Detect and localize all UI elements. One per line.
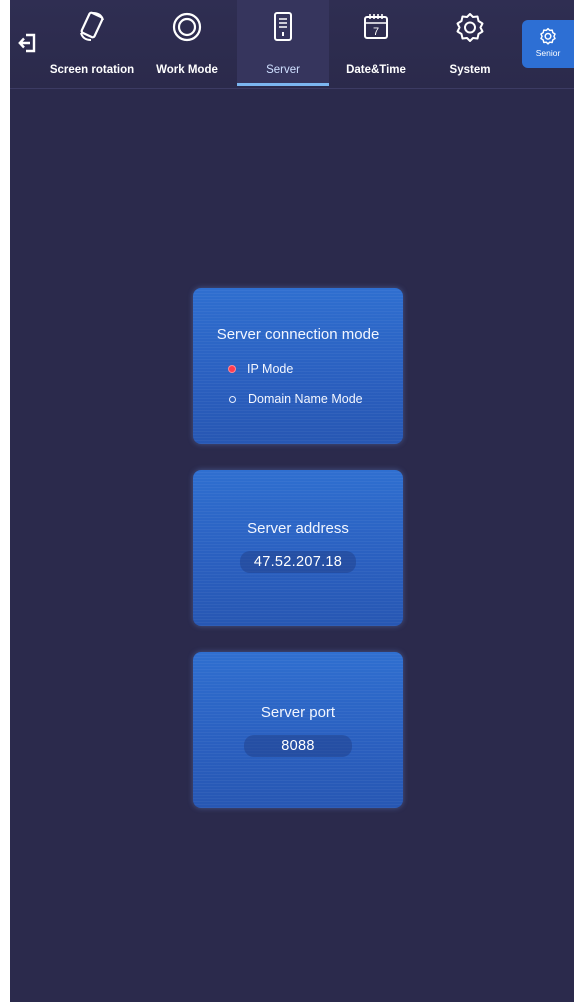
- server-address-value[interactable]: 47.52.207.18: [239, 551, 357, 573]
- back-button[interactable]: [14, 26, 42, 60]
- radio-label: IP Mode: [247, 362, 294, 376]
- tab-date-time[interactable]: 7 Date&Time: [330, 0, 422, 86]
- server-port-value[interactable]: 8088: [244, 735, 352, 757]
- tab-screen-rotation[interactable]: Screen rotation: [46, 0, 138, 86]
- senior-gear-icon: [538, 26, 558, 46]
- radio-label: Domain Name Mode: [248, 392, 363, 406]
- work-mode-ring-icon: [171, 10, 203, 44]
- tab-label: Screen rotation: [49, 64, 135, 76]
- tab-label: Work Mode: [156, 64, 218, 76]
- calendar-icon: 7: [360, 10, 392, 44]
- server-icon: [267, 10, 299, 44]
- tab-label: Server: [266, 64, 300, 76]
- radio-checked-icon: [229, 366, 235, 372]
- server-address-card[interactable]: Server address 47.52.207.18: [193, 470, 403, 626]
- server-port-card[interactable]: Server port 8088: [193, 652, 403, 808]
- phone-rotate-icon: [76, 10, 108, 44]
- tab-label: Date&Time: [346, 64, 406, 76]
- tab-server[interactable]: Server: [237, 0, 329, 86]
- senior-label: Senior: [535, 48, 561, 58]
- top-nav-bar: Screen rotation Work Mode Server 7 Date&…: [10, 0, 574, 89]
- tab-work-mode[interactable]: Work Mode: [141, 0, 233, 86]
- gear-icon: [454, 10, 486, 44]
- radio-domain-name-mode[interactable]: Domain Name Mode: [229, 392, 363, 406]
- tab-system[interactable]: System: [424, 0, 516, 86]
- tab-label: System: [449, 64, 491, 76]
- server-address-title: Server address: [247, 520, 349, 537]
- connection-mode-title: Server connection mode: [216, 326, 380, 343]
- radio-unchecked-icon: [229, 395, 236, 403]
- settings-screen: Screen rotation Work Mode Server 7 Date&…: [10, 0, 574, 1002]
- senior-settings-button[interactable]: Senior: [522, 20, 574, 68]
- server-port-title: Server port: [260, 704, 336, 721]
- exit-arrow-icon: [18, 33, 36, 53]
- svg-text:7: 7: [373, 26, 379, 38]
- server-connection-mode-card: Server connection mode IP Mode Domain Na…: [193, 288, 403, 444]
- radio-ip-mode[interactable]: IP Mode: [229, 362, 293, 376]
